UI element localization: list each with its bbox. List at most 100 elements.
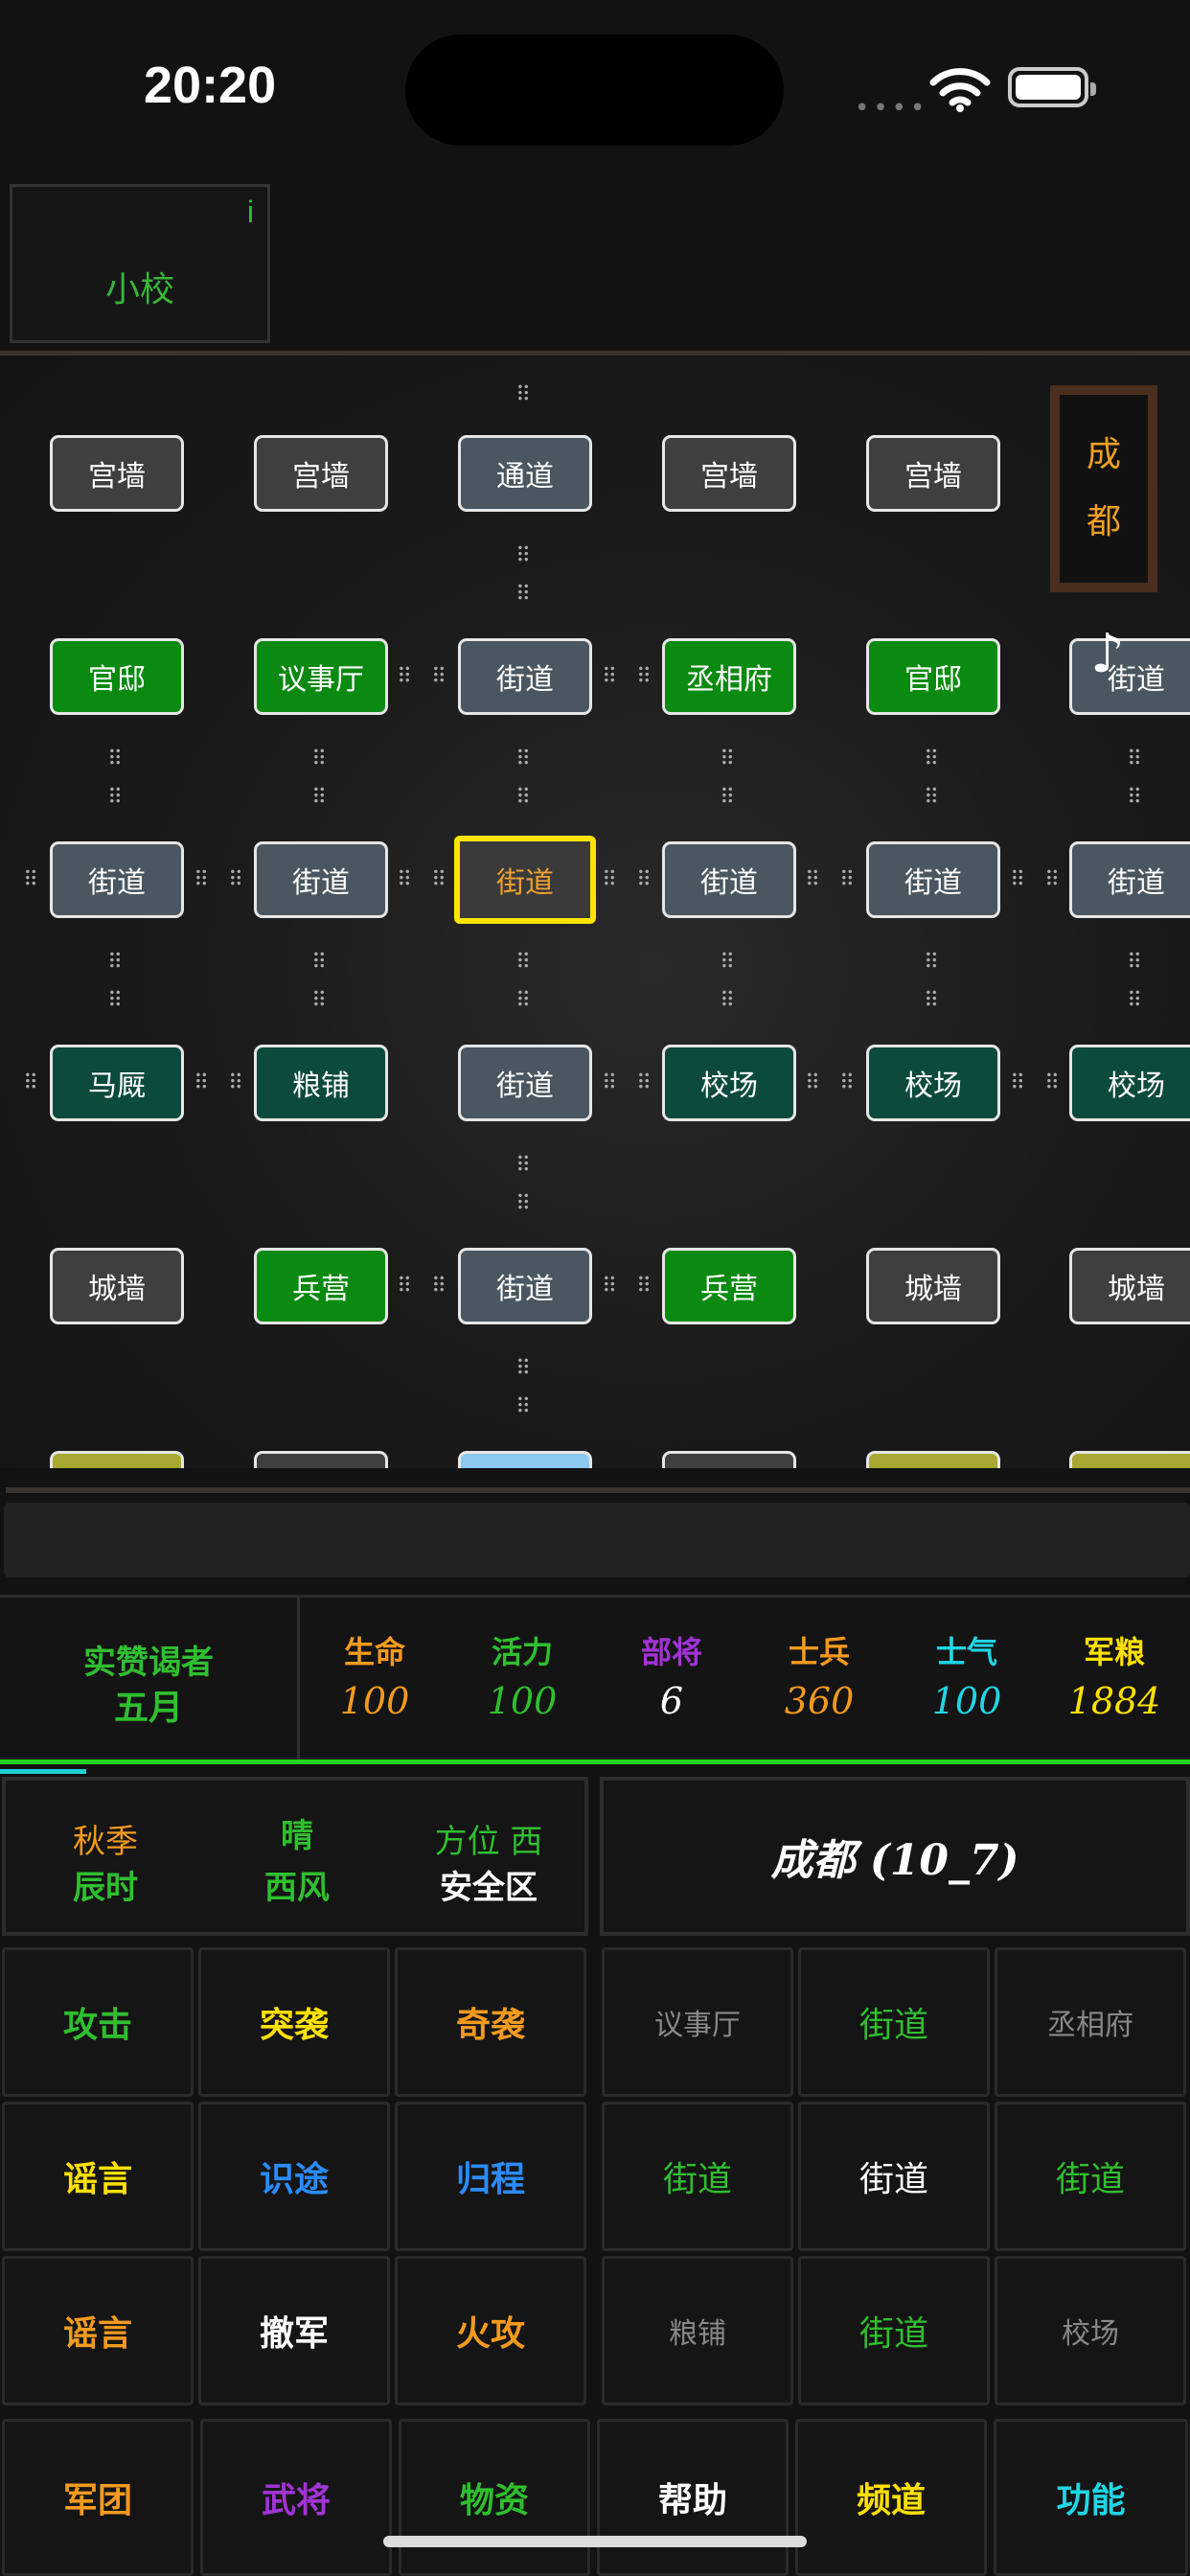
dynamic-island <box>405 34 784 146</box>
map-tile-granary[interactable]: 粮铺 <box>254 1045 388 1121</box>
path-connector: ⠿ <box>515 583 532 607</box>
map-tile-partial[interactable] <box>866 1451 1000 1468</box>
home-indicator[interactable] <box>383 2536 807 2547</box>
map-tile-drill-ground[interactable]: 校场 <box>662 1045 796 1121</box>
move-southeast-button[interactable]: 校场 <box>995 2256 1186 2405</box>
city-map[interactable]: 宫墙 宫墙 通道 宫墙 宫墙 成 都 官邸 议事厅 街道 丞相府 官邸 街道 ♪… <box>0 356 1190 1468</box>
path-connector: ⠿ <box>1010 1071 1026 1095</box>
move-south-button[interactable]: 街道 <box>798 2256 990 2405</box>
legion-button[interactable]: 军团 <box>2 2419 194 2576</box>
map-tile-city-wall[interactable]: 城墙 <box>1069 1248 1190 1324</box>
path-connector: ⠿ <box>924 989 940 1013</box>
zone-label: 安全区 <box>440 1869 538 1907</box>
map-tile-street[interactable]: 街道 <box>254 841 388 918</box>
hour-label: 辰时 <box>73 1869 138 1907</box>
attack-button[interactable]: 攻击 <box>2 1947 194 2097</box>
path-connector: ⠿ <box>636 868 652 892</box>
path-connector: ⠿ <box>805 868 821 892</box>
map-tile-drill-ground[interactable]: 校场 <box>1069 1045 1190 1121</box>
stat-generals-value: 6 <box>659 1680 684 1722</box>
map-tile-street[interactable]: 街道 <box>1069 841 1190 918</box>
map-tile-street[interactable]: 街道 <box>458 638 592 715</box>
map-tile-partial[interactable] <box>662 1451 796 1468</box>
move-west-button[interactable]: 街道 <box>602 2102 793 2251</box>
path-connector: ⠿ <box>515 748 532 771</box>
pathfind-button[interactable]: 识途 <box>198 2102 390 2251</box>
stat-morale-label: 士气 <box>935 1634 997 1670</box>
rumor-button-2[interactable]: 谣言 <box>2 2256 194 2405</box>
map-tile-residence[interactable]: 官邸 <box>50 638 184 715</box>
stat-hp-value: 100 <box>339 1680 410 1722</box>
music-note-icon[interactable]: ♪ <box>1090 623 1125 685</box>
path-connector: ⠿ <box>515 951 532 975</box>
map-tile-partial[interactable] <box>1069 1451 1190 1468</box>
path-connector: ⠿ <box>311 748 328 771</box>
info-icon[interactable]: i <box>247 195 254 230</box>
move-north-button[interactable]: 街道 <box>798 1947 990 2097</box>
channel-button[interactable]: 频道 <box>795 2419 987 2576</box>
path-connector: ⠿ <box>1127 989 1143 1013</box>
map-tile-barracks[interactable]: 兵营 <box>254 1248 388 1324</box>
path-connector: ⠿ <box>431 868 447 892</box>
path-connector: ⠿ <box>515 1154 532 1178</box>
map-tile-drill-ground[interactable]: 校场 <box>866 1045 1000 1121</box>
move-northwest-button[interactable]: 议事厅 <box>602 1947 793 2097</box>
supplies-button[interactable]: 物资 <box>399 2419 590 2576</box>
map-tile-palace-wall[interactable]: 宫墙 <box>662 435 796 512</box>
fire-attack-button[interactable]: 火攻 <box>395 2256 586 2405</box>
path-connector: ⠿ <box>23 1071 39 1095</box>
map-tile-passage[interactable]: 通道 <box>458 435 592 512</box>
path-connector: ⠿ <box>515 989 532 1013</box>
map-tile-residence[interactable]: 官邸 <box>866 638 1000 715</box>
function-button[interactable]: 功能 <box>994 2419 1188 2576</box>
map-tile-palace-wall[interactable]: 宫墙 <box>254 435 388 512</box>
ambush-button[interactable]: 奇袭 <box>395 1947 586 2097</box>
city-char-2: 都 <box>1086 502 1121 541</box>
path-connector: ⠿ <box>720 748 736 771</box>
map-tile-palace-wall[interactable]: 宫墙 <box>866 435 1000 512</box>
map-tile-stable[interactable]: 马厩 <box>50 1045 184 1121</box>
map-tile-current-position[interactable]: 街道 <box>454 836 596 924</box>
raid-button[interactable]: 突袭 <box>198 1947 390 2097</box>
return-button[interactable]: 归程 <box>395 2102 586 2251</box>
status-time: 20:20 <box>144 57 277 114</box>
map-tile-street[interactable]: 街道 <box>866 841 1000 918</box>
map-tile-barracks[interactable]: 兵营 <box>662 1248 796 1324</box>
path-connector: ⠿ <box>602 868 618 892</box>
map-tile-city-wall[interactable]: 城墙 <box>50 1248 184 1324</box>
map-tile-partial[interactable] <box>458 1451 592 1468</box>
direction-label: 方位 西 <box>434 1823 543 1861</box>
map-tile-partial[interactable] <box>254 1451 388 1468</box>
map-tile-street[interactable]: 街道 <box>458 1248 592 1324</box>
generals-button[interactable]: 武将 <box>200 2419 392 2576</box>
move-east-button[interactable]: 街道 <box>995 2102 1186 2251</box>
current-tile-button[interactable]: 街道 <box>798 2102 990 2251</box>
help-button[interactable]: 帮助 <box>597 2419 789 2576</box>
path-connector: ⠿ <box>1044 1071 1061 1095</box>
rumor-button[interactable]: 谣言 <box>2 2102 194 2251</box>
path-connector: ⠿ <box>107 951 124 975</box>
path-connector: ⠿ <box>839 868 856 892</box>
path-connector: ⠿ <box>311 989 328 1013</box>
experience-bar <box>0 1769 86 1774</box>
city-name-box: 成 都 <box>1050 385 1157 592</box>
map-tile-partial[interactable] <box>50 1451 184 1468</box>
move-southwest-button[interactable]: 粮铺 <box>602 2256 793 2405</box>
retreat-button[interactable]: 撤军 <box>198 2256 390 2405</box>
message-bar[interactable] <box>4 1503 1190 1577</box>
path-connector: ⠿ <box>311 786 328 810</box>
map-tile-street[interactable]: 街道 <box>1069 638 1190 715</box>
map-tile-palace-wall[interactable]: 宫墙 <box>50 435 184 512</box>
map-tile-street[interactable]: 街道 <box>662 841 796 918</box>
map-tile-street[interactable]: 街道 <box>50 841 184 918</box>
move-northeast-button[interactable]: 丞相府 <box>995 1947 1186 2097</box>
map-tile-chancellor-office[interactable]: 丞相府 <box>662 638 796 715</box>
map-tile-street[interactable]: 街道 <box>458 1045 592 1121</box>
path-connector: ⠿ <box>515 1357 532 1381</box>
rank-panel[interactable]: i 小校 <box>10 184 270 343</box>
path-connector: ⠿ <box>720 951 736 975</box>
map-tile-city-wall[interactable]: 城墙 <box>866 1248 1000 1324</box>
map-tile-council-hall[interactable]: 议事厅 <box>254 638 388 715</box>
path-connector: ⠿ <box>720 989 736 1013</box>
battery-icon <box>1008 67 1096 107</box>
